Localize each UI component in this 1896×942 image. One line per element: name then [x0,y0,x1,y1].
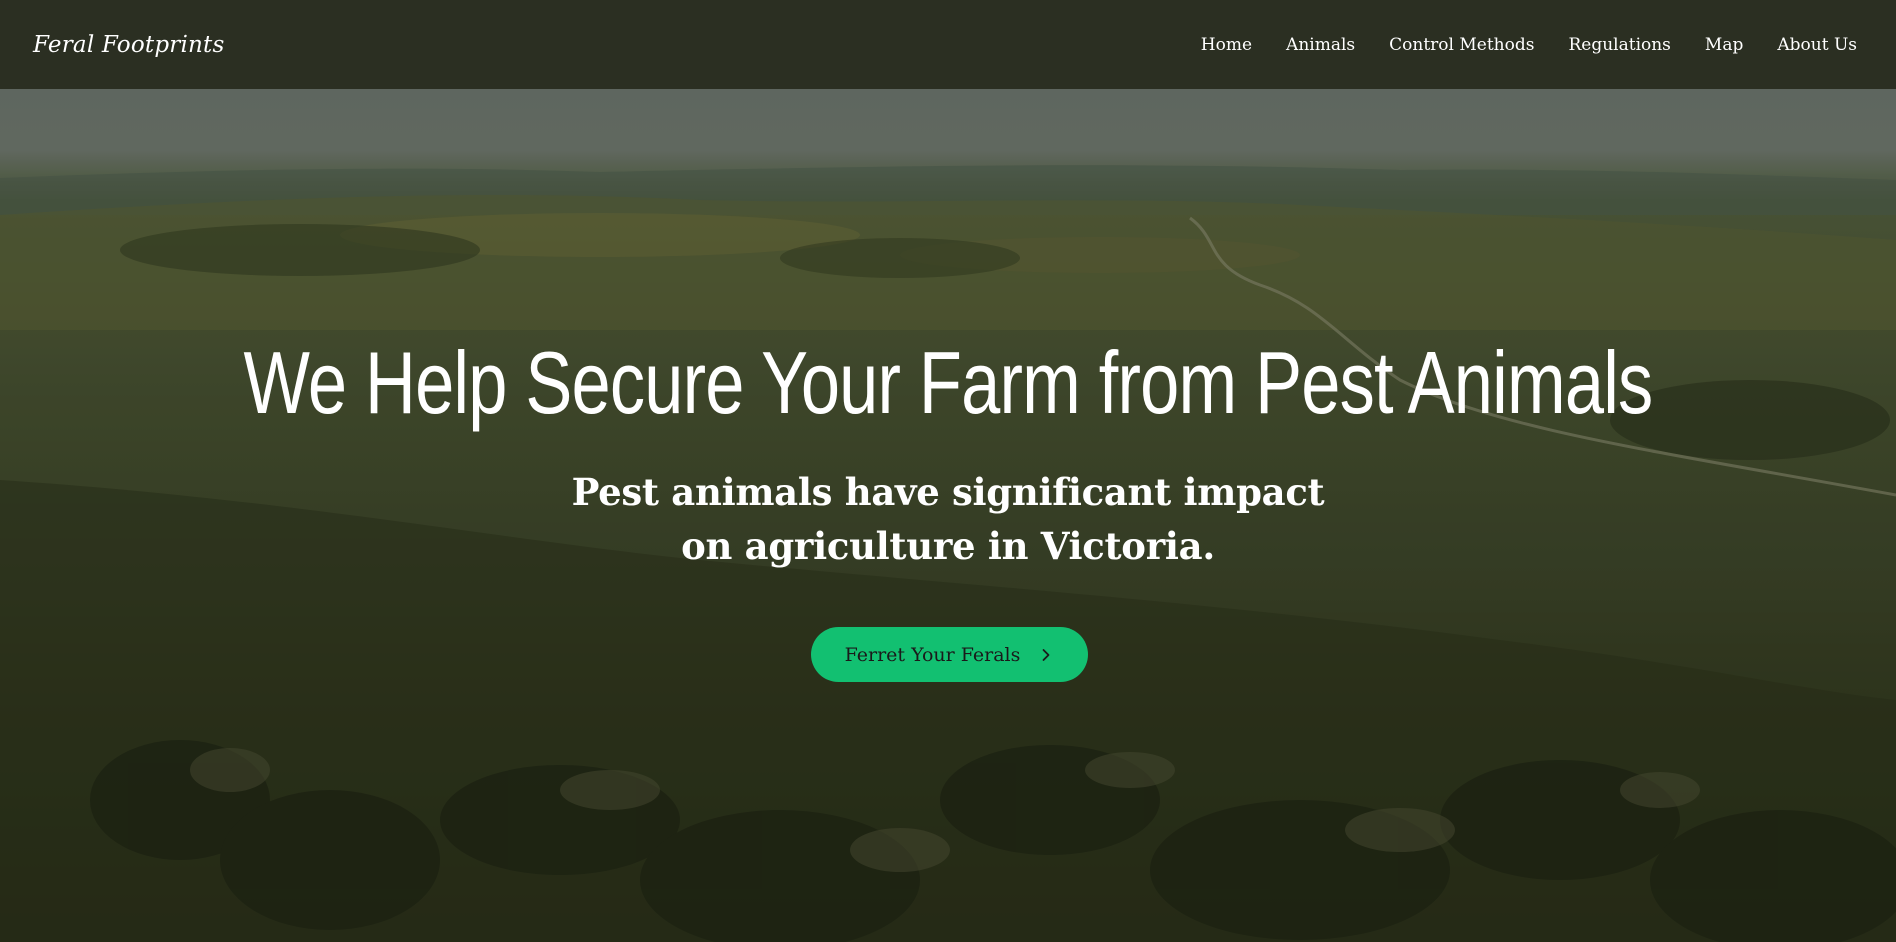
main-nav: Home Animals Control Methods Regulations… [1184,27,1874,63]
nav-item-about-us[interactable]: About Us [1760,27,1874,63]
chevron-right-icon [1042,648,1050,661]
top-navbar: Feral Footprints Home Animals Control Me… [0,0,1896,89]
nav-item-animals[interactable]: Animals [1269,27,1372,63]
nav-item-control-methods[interactable]: Control Methods [1372,27,1551,63]
hero-subtitle: Pest animals have significant impact on … [571,470,1325,568]
hero-title: We Help Secure Your Farm from Pest Anima… [243,333,1654,432]
cta-label: Ferret Your Ferals [844,643,1021,666]
brand-logo[interactable]: Feral Footprints [33,32,224,58]
cta-button[interactable]: Ferret Your Ferals [811,627,1088,682]
nav-item-home[interactable]: Home [1184,27,1269,63]
page: Feral Footprints Home Animals Control Me… [0,0,1896,942]
nav-item-regulations[interactable]: Regulations [1551,27,1687,63]
nav-item-map[interactable]: Map [1688,27,1760,63]
